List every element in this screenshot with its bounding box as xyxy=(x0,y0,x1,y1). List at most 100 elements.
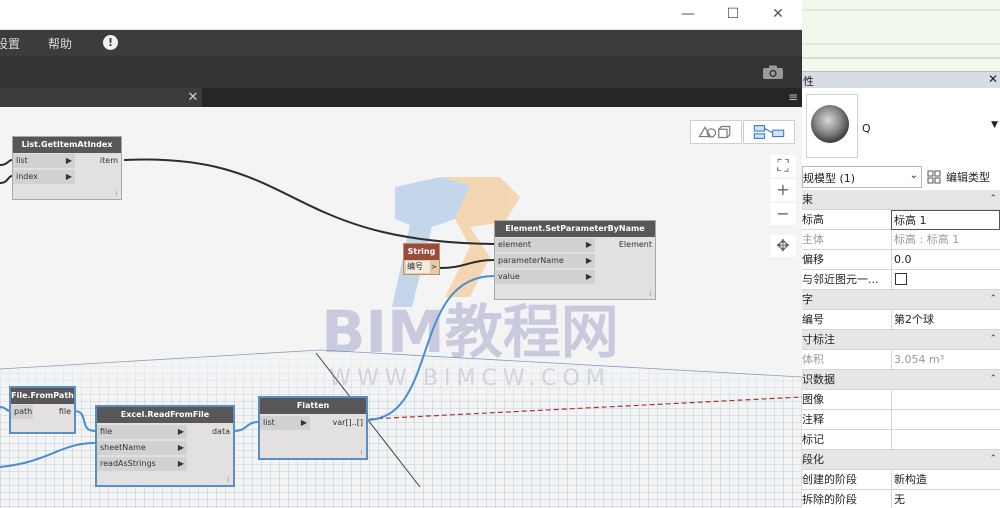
node-flatten[interactable]: Flatten list ▶ var[]..[] l xyxy=(258,396,368,460)
property-label: 与邻近图元一... xyxy=(802,273,879,286)
collapse-chevron-icon[interactable]: ⌃ xyxy=(989,330,997,349)
camera-icon[interactable] xyxy=(762,65,784,80)
tab-menu-icon[interactable]: ≡ xyxy=(786,90,800,104)
type-selector[interactable]: Q ▼ xyxy=(802,88,1000,164)
property-value[interactable]: 0.0 xyxy=(891,250,1000,270)
property-label: 创建的阶段 xyxy=(802,473,857,486)
port-sheetname[interactable]: sheetName ▶ xyxy=(97,441,187,455)
node-file-frompath[interactable]: File.FromPath path file xyxy=(9,386,76,434)
port-list[interactable]: list ▶ xyxy=(260,416,310,430)
graph-view-icon xyxy=(753,125,785,139)
graph-canvas[interactable]: BIM教程网 WWW.BIMCW.COM ⛶ + − ✥ List.GetIte… xyxy=(0,107,802,508)
port-value[interactable]: value ▶ xyxy=(495,270,595,284)
node-excel-readfromfile[interactable]: Excel.ReadFromFile file ▶ sheetName ▶ read… xyxy=(95,405,235,487)
node-lacing: l xyxy=(227,477,229,484)
edit-type-button[interactable]: 编辑类型 xyxy=(926,166,1000,188)
string-value[interactable]: 编号 xyxy=(406,261,430,273)
tab-close-icon[interactable]: ✕ xyxy=(186,88,200,107)
menu-bar: 设置 帮助 ! xyxy=(0,30,802,56)
property-value[interactable]: 标高 1 xyxy=(891,210,1000,230)
property-value[interactable] xyxy=(891,410,1000,430)
collapse-chevron-icon[interactable]: ⌃ xyxy=(989,450,997,469)
node-title: Excel.ReadFromFile xyxy=(97,407,233,423)
property-value[interactable]: 新构造 xyxy=(891,470,1000,490)
port-readasstrings[interactable]: readAsStrings ▶ xyxy=(97,457,187,471)
property-label: 注释 xyxy=(802,413,824,426)
workspace-tab[interactable] xyxy=(0,88,202,107)
pan-button[interactable]: ✥ xyxy=(770,235,796,257)
property-section[interactable]: 字 ⌃ xyxy=(802,290,1000,310)
property-section[interactable]: 束 ⌃ xyxy=(802,190,1000,210)
port-file[interactable]: file ▶ xyxy=(97,425,187,439)
property-value[interactable] xyxy=(891,270,1000,290)
maximize-button[interactable]: ☐ xyxy=(721,4,745,24)
property-label: 主体 xyxy=(802,233,824,246)
node-list-getitematindex[interactable]: List.GetItemAtIndex list ▶ index ▶ item l xyxy=(12,136,122,200)
info-icon[interactable]: ! xyxy=(103,35,118,50)
port-label: index xyxy=(16,172,38,181)
port-item[interactable]: item xyxy=(100,154,121,168)
title-bar: — ☐ ✕ xyxy=(0,0,802,30)
edit-type-icon xyxy=(927,170,941,184)
view-grid-lines xyxy=(802,9,1000,59)
property-section[interactable]: 段化 ⌃ xyxy=(802,450,1000,470)
port-list[interactable]: list ▶ xyxy=(13,154,75,168)
watermark-url: WWW.BIMCW.COM xyxy=(329,366,611,391)
wire-in-index[interactable] xyxy=(0,175,13,184)
node-element-setparameterbyname[interactable]: Element.SetParameterByName element ▶ para… xyxy=(494,220,656,300)
property-row: 创建的阶段 新构造 xyxy=(802,470,1000,490)
node-lacing: l xyxy=(649,291,651,298)
type-preview xyxy=(806,94,858,158)
port-index[interactable]: index ▶ xyxy=(13,170,75,184)
port-label: file xyxy=(100,427,113,436)
node-string[interactable]: String 编号 > xyxy=(403,243,440,275)
property-row: 标高 标高 1 xyxy=(802,210,1000,230)
menu-settings[interactable]: 设置 xyxy=(0,35,20,52)
close-button[interactable]: ✕ xyxy=(766,4,790,24)
node-title: List.GetItemAtIndex xyxy=(13,137,121,153)
port-data-out[interactable]: data xyxy=(212,425,233,439)
port-path[interactable]: path xyxy=(11,405,33,419)
zoom-fit-button[interactable]: ⛶ xyxy=(770,155,796,177)
menu-help[interactable]: 帮助 xyxy=(48,35,72,52)
property-value[interactable]: 无 xyxy=(891,490,1000,508)
edit-type-label: 编辑类型 xyxy=(946,171,990,184)
graph-view-button[interactable] xyxy=(743,120,795,144)
properties-close-icon[interactable]: ✕ xyxy=(988,72,998,86)
property-label: 体积 xyxy=(802,353,824,366)
port-file-out[interactable]: file xyxy=(59,405,74,419)
property-row: 主体 标高 : 标高 1 xyxy=(802,230,1000,250)
port-label: value xyxy=(498,272,520,281)
property-checkbox[interactable] xyxy=(895,273,907,285)
minimize-button[interactable]: — xyxy=(676,4,700,24)
type-dropdown-arrow-icon[interactable]: ▼ xyxy=(991,120,998,130)
property-value[interactable] xyxy=(891,390,1000,410)
port-var-out[interactable]: var[]..[] xyxy=(333,416,367,430)
property-section[interactable]: 寸标注 ⌃ xyxy=(802,330,1000,350)
collapse-chevron-icon[interactable]: ⌃ xyxy=(989,190,997,209)
properties-title: 性 xyxy=(803,75,814,88)
collapse-chevron-icon[interactable]: ⌃ xyxy=(989,370,997,389)
node-title: File.FromPath xyxy=(11,388,74,404)
instance-filter-dropdown[interactable]: 规模型 (1) ⌄ xyxy=(802,166,922,188)
port-string-out[interactable]: > xyxy=(431,261,437,273)
port-element[interactable]: element ▶ xyxy=(495,238,595,252)
sphere-icon xyxy=(811,105,849,143)
node-title: Element.SetParameterByName xyxy=(495,221,655,237)
zoom-in-button[interactable]: + xyxy=(770,179,796,201)
zoom-out-button[interactable]: − xyxy=(770,203,796,225)
wire-in-list[interactable] xyxy=(0,159,13,166)
section-label: 字 xyxy=(802,293,813,306)
port-label: list xyxy=(263,418,275,427)
property-value[interactable] xyxy=(891,430,1000,450)
revit-view-area[interactable] xyxy=(802,0,1000,72)
property-section[interactable]: 识数据 ⌃ xyxy=(802,370,1000,390)
property-value: 3.054 m³ xyxy=(891,350,1000,370)
property-row: 拆除的阶段 无 xyxy=(802,490,1000,508)
watermark-brand: BIM教程网 xyxy=(321,298,619,366)
port-element-out[interactable]: Element xyxy=(619,238,655,252)
collapse-chevron-icon[interactable]: ⌃ xyxy=(989,290,997,309)
port-parametername[interactable]: parameterName ▶ xyxy=(495,254,595,268)
geometry-view-button[interactable] xyxy=(690,120,742,144)
property-value[interactable]: 第2个球 xyxy=(891,310,1000,330)
